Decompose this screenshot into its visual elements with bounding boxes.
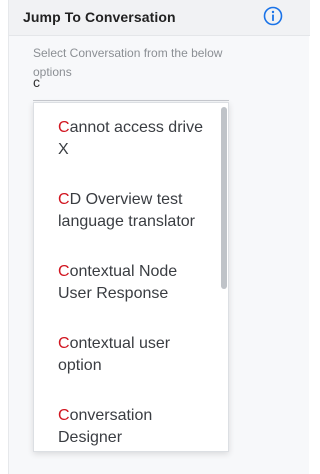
- option-match-text: C: [58, 263, 70, 280]
- option-match-text: C: [58, 407, 70, 424]
- info-icon[interactable]: [263, 6, 283, 26]
- option-contextual-node[interactable]: Contextual Node User Response: [34, 247, 220, 319]
- input-underline: [33, 100, 229, 101]
- option-conversation-designer[interactable]: Conversation Designer: [34, 391, 220, 451]
- option-match-text: C: [58, 119, 70, 136]
- option-cd-overview-test[interactable]: CD Overview test language translator: [34, 175, 220, 247]
- option-label: ontextual user option: [58, 335, 171, 374]
- conversation-search-input[interactable]: [33, 72, 239, 92]
- option-match-text: C: [58, 335, 70, 352]
- dropdown-scrollbar[interactable]: [220, 103, 228, 451]
- panel-title: Jump To Conversation: [23, 9, 176, 25]
- jump-to-conversation-panel: Jump To Conversation Select Conversation…: [8, 0, 310, 474]
- option-label: annot access drive X: [58, 119, 203, 158]
- option-label: ontextual Node User Response: [58, 263, 178, 302]
- option-label: D Overview test language translator: [58, 191, 195, 230]
- option-contextual-user[interactable]: Contextual user option: [34, 319, 220, 391]
- panel-header: Jump To Conversation: [9, 0, 310, 36]
- option-label: onversation Designer: [58, 407, 153, 446]
- option-match-text: C: [58, 191, 70, 208]
- conversation-dropdown: Cannot access drive X CD Overview test l…: [33, 102, 229, 452]
- scrollbar-thumb[interactable]: [221, 107, 227, 289]
- option-cannot-access-drive-x[interactable]: Cannot access drive X: [34, 103, 220, 175]
